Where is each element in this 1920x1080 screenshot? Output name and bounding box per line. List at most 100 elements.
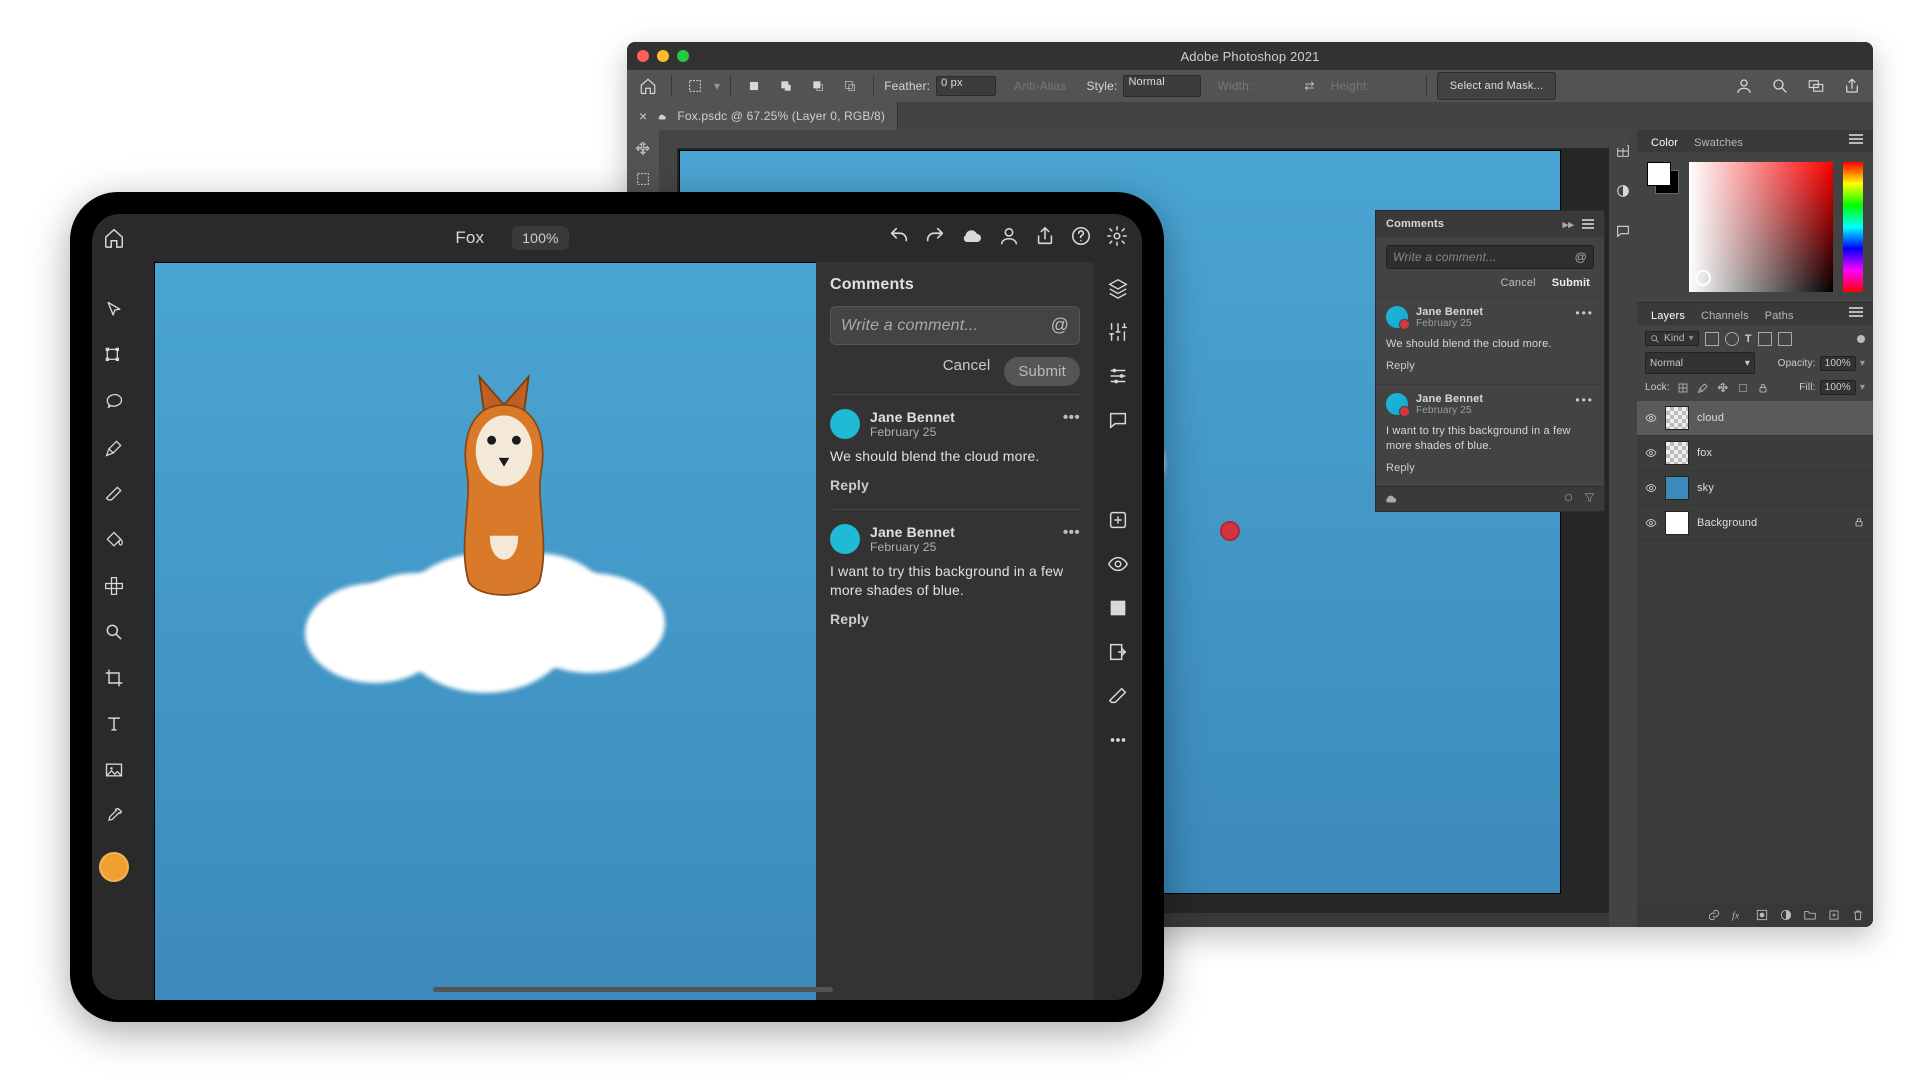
layer-properties-icon[interactable]	[1104, 318, 1132, 346]
layer-kind-filter[interactable]: Kind ▾	[1645, 331, 1699, 346]
hue-slider[interactable]	[1843, 162, 1863, 292]
adjustment-layer-icon[interactable]	[1779, 908, 1793, 922]
subtract-selection-icon[interactable]	[805, 73, 831, 99]
eyedropper-tool-icon[interactable]	[100, 802, 128, 830]
color-field[interactable]	[1689, 162, 1833, 292]
zoom-level[interactable]: 100%	[512, 226, 568, 250]
traffic-lights[interactable]	[637, 50, 689, 62]
dock-comments-icon[interactable]	[1610, 218, 1636, 244]
filter-shape-icon[interactable]	[1758, 332, 1772, 346]
zoom-icon[interactable]	[677, 50, 689, 62]
settings-icon[interactable]	[1106, 225, 1128, 252]
lock-transparency-icon[interactable]	[1676, 381, 1690, 395]
mention-icon[interactable]: @	[1575, 250, 1587, 264]
filter-icon[interactable]	[1583, 491, 1596, 507]
close-icon[interactable]	[637, 50, 649, 62]
mention-icon[interactable]: @	[1051, 315, 1069, 336]
blend-mode-select[interactable]: Normal▾	[1645, 352, 1755, 374]
layer-item[interactable]: sky	[1637, 471, 1873, 506]
panel-menu-icon[interactable]	[1582, 219, 1594, 229]
layers-icon[interactable]	[1104, 274, 1132, 302]
layer-item[interactable]: cloud	[1637, 401, 1873, 436]
comment-menu-icon[interactable]: •••	[1575, 306, 1594, 320]
share-icon[interactable]	[1839, 73, 1865, 99]
ipad-canvas[interactable]	[154, 262, 836, 1000]
visibility-icon[interactable]	[1645, 412, 1657, 424]
marquee-tool-icon[interactable]	[630, 166, 656, 192]
select-and-mask-button[interactable]: Select and Mask...	[1437, 72, 1556, 100]
visibility-icon[interactable]	[1645, 517, 1657, 529]
comment-item[interactable]: Jane Bennet February 25 ••• We should bl…	[830, 394, 1080, 509]
search-icon[interactable]	[1767, 73, 1793, 99]
reply-button[interactable]: Reply	[830, 477, 1080, 493]
comment-menu-icon[interactable]: •••	[1063, 524, 1080, 554]
undo-icon[interactable]	[888, 225, 910, 252]
delete-layer-icon[interactable]	[1851, 908, 1865, 922]
tab-close-icon[interactable]: ×	[639, 108, 647, 124]
panel-menu-icon[interactable]	[1849, 134, 1863, 144]
comment-pin-icon[interactable]	[1220, 521, 1240, 541]
tab-color[interactable]: Color	[1647, 134, 1682, 152]
crop-tool-icon[interactable]	[100, 664, 128, 692]
lock-artboard-icon[interactable]	[1736, 381, 1750, 395]
comment-menu-icon[interactable]: •••	[1575, 393, 1594, 407]
more-icon[interactable]	[1104, 726, 1132, 754]
new-layer-icon[interactable]	[1827, 908, 1841, 922]
heal-tool-icon[interactable]	[100, 572, 128, 600]
filter-type-icon[interactable]: T	[1745, 333, 1752, 345]
transform-tool-icon[interactable]	[100, 342, 128, 370]
document-tab[interactable]: × Fox.psdc @ 67.25% (Layer 0, RGB/8)	[627, 102, 898, 130]
lock-all-icon[interactable]	[1756, 381, 1770, 395]
intersect-selection-icon[interactable]	[837, 73, 863, 99]
zoom-tool-icon[interactable]	[100, 618, 128, 646]
comment-menu-icon[interactable]: •••	[1063, 409, 1080, 439]
invite-icon[interactable]	[998, 225, 1020, 252]
sliders-icon[interactable]	[1104, 362, 1132, 390]
visibility-icon[interactable]	[1645, 482, 1657, 494]
marquee-icon[interactable]	[682, 73, 708, 99]
layer-item[interactable]: fox	[1637, 436, 1873, 471]
panel-menu-icon[interactable]	[1849, 307, 1863, 317]
comments-icon[interactable]	[1104, 406, 1132, 434]
add-layer-icon[interactable]	[1104, 506, 1132, 534]
fullscreen-icon[interactable]	[1104, 594, 1132, 622]
tab-layers[interactable]: Layers	[1647, 307, 1689, 325]
submit-button[interactable]: Submit	[1004, 357, 1080, 386]
comment-item[interactable]: Jane Bennet February 25 ••• We should bl…	[1376, 297, 1604, 384]
share-icon[interactable]	[1034, 225, 1056, 252]
help-icon[interactable]	[1070, 225, 1092, 252]
brush-tool-icon[interactable]	[100, 434, 128, 462]
filter-smart-icon[interactable]	[1778, 332, 1792, 346]
submit-button[interactable]: Submit	[1552, 277, 1590, 289]
lasso-tool-icon[interactable]	[100, 388, 128, 416]
layer-style-icon[interactable]	[1731, 908, 1745, 922]
collapse-icon[interactable]: ▸▸	[1563, 218, 1574, 231]
comment-pin-icon[interactable]	[1562, 491, 1575, 507]
lock-pixels-icon[interactable]	[1696, 381, 1710, 395]
home-indicator[interactable]	[433, 987, 833, 992]
reply-button[interactable]: Reply	[1386, 360, 1594, 372]
home-icon[interactable]	[100, 224, 128, 252]
comment-item[interactable]: Jane Bennet February 25 ••• I want to tr…	[1376, 384, 1604, 486]
reply-button[interactable]: Reply	[1386, 462, 1594, 474]
visibility-icon[interactable]	[1104, 550, 1132, 578]
link-layers-icon[interactable]	[1707, 908, 1721, 922]
opacity-value[interactable]: 100%	[1820, 356, 1856, 371]
filter-toggle-icon[interactable]	[1857, 335, 1865, 343]
eraser-tool-icon[interactable]	[100, 480, 128, 508]
filter-pixel-icon[interactable]	[1705, 332, 1719, 346]
add-selection-icon[interactable]	[773, 73, 799, 99]
type-tool-icon[interactable]	[100, 710, 128, 738]
pointer-tool-icon[interactable]	[100, 296, 128, 324]
place-image-icon[interactable]	[100, 756, 128, 784]
cancel-button[interactable]: Cancel	[943, 357, 991, 386]
feather-input[interactable]: 0 px	[936, 76, 996, 96]
dock-adjust-icon[interactable]	[1610, 178, 1636, 204]
visibility-icon[interactable]	[1645, 447, 1657, 459]
layer-item[interactable]: Background	[1637, 506, 1873, 541]
tab-paths[interactable]: Paths	[1761, 307, 1798, 325]
fgbg-swatch[interactable]	[1647, 162, 1679, 194]
layer-mask-icon[interactable]	[1755, 908, 1769, 922]
comment-input[interactable]: Write a comment... @	[1386, 245, 1594, 269]
comment-input[interactable]: Write a comment... @	[830, 306, 1080, 345]
